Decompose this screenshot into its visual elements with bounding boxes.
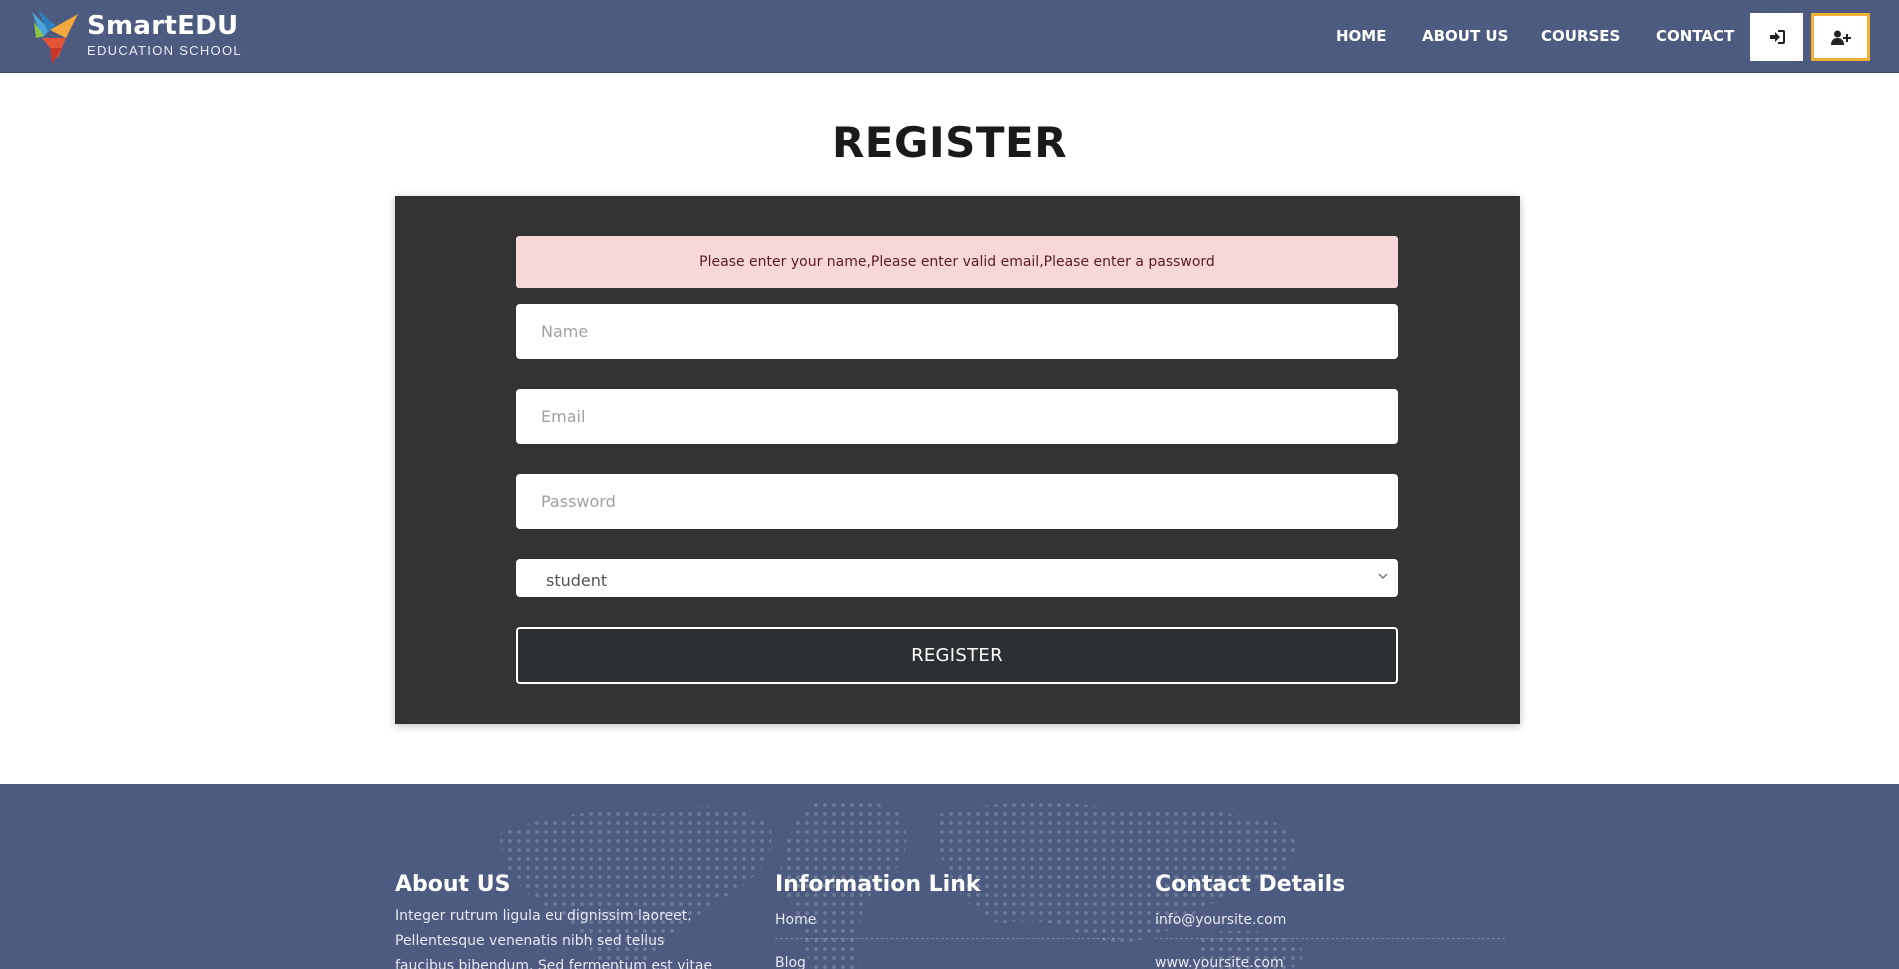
user-plus-icon xyxy=(1830,30,1851,45)
footer-about-column: About US Integer rutrum ligula eu dignis… xyxy=(395,870,725,969)
brand-subtitle: EDUCATION SCHOOL xyxy=(87,43,242,58)
name-field[interactable] xyxy=(516,304,1398,359)
footer-link-blog[interactable]: Blog xyxy=(775,955,1120,969)
brand-name: SmartEDU xyxy=(87,11,239,41)
chevron-down-icon xyxy=(1378,573,1388,580)
footer-links-column: Information Link Home Blog xyxy=(775,870,1120,969)
role-select[interactable]: student xyxy=(516,559,1398,597)
register-nav-button[interactable] xyxy=(1811,13,1870,61)
login-button[interactable] xyxy=(1750,13,1803,61)
email-field[interactable] xyxy=(516,389,1398,444)
sign-in-icon xyxy=(1769,30,1785,44)
smartedu-logo-icon[interactable] xyxy=(28,8,84,66)
footer-about-text: Integer rutrum ligula eu dignissim laore… xyxy=(395,908,713,969)
footer-link-home[interactable]: Home xyxy=(775,912,1120,928)
site-header: SmartEDU EDUCATION SCHOOL HOME ABOUT US … xyxy=(0,0,1899,73)
footer-contact-website[interactable]: www.yoursite.com xyxy=(1155,955,1505,969)
site-footer: About US Integer rutrum ligula eu dignis… xyxy=(0,784,1899,969)
footer-about-heading: About US xyxy=(395,872,511,897)
error-alert: Please enter your name,Please enter vali… xyxy=(516,236,1398,288)
nav-courses-link[interactable]: COURSES xyxy=(1541,27,1620,45)
page-title: REGISTER xyxy=(831,118,1068,167)
footer-contact-heading: Contact Details xyxy=(1155,872,1346,897)
footer-links-heading: Information Link xyxy=(775,872,981,897)
nav-about-link[interactable]: ABOUT US xyxy=(1422,27,1508,45)
brand[interactable]: SmartEDU EDUCATION SCHOOL xyxy=(87,11,242,59)
nav-contact-link[interactable]: CONTACT xyxy=(1656,27,1734,45)
footer-contact-column: Contact Details info@yoursite.com www.yo… xyxy=(1155,870,1505,969)
register-form-panel: Please enter your name,Please enter vali… xyxy=(395,196,1520,724)
password-field[interactable] xyxy=(516,474,1398,529)
register-submit-button[interactable]: REGISTER xyxy=(516,627,1398,684)
role-select-value: student xyxy=(546,571,608,590)
footer-contact-email[interactable]: info@yoursite.com xyxy=(1155,912,1505,928)
footer-contact-divider xyxy=(1155,938,1505,939)
footer-link-divider xyxy=(775,938,1120,939)
nav-home-link[interactable]: HOME xyxy=(1336,27,1386,45)
